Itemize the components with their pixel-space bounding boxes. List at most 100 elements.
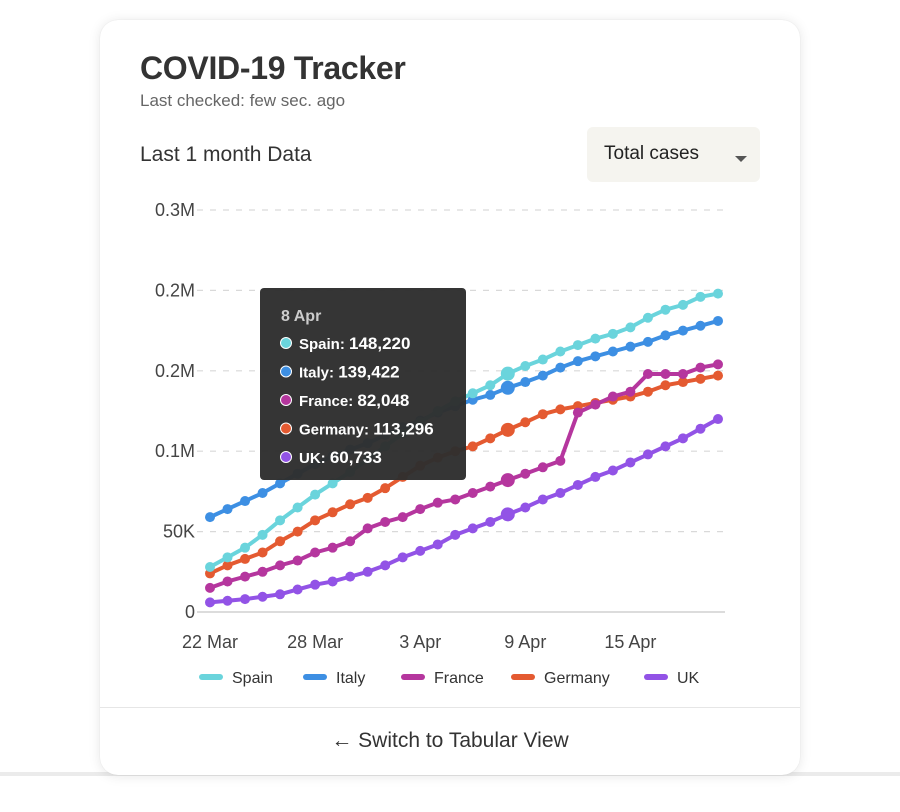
data-point-spain[interactable] — [537, 354, 548, 365]
data-point-germany[interactable] — [380, 483, 391, 494]
data-point-germany[interactable] — [467, 441, 478, 452]
data-point-france[interactable] — [327, 542, 338, 553]
data-point-france[interactable] — [660, 369, 671, 380]
data-point-france[interactable] — [695, 362, 706, 373]
data-point-italy[interactable] — [590, 351, 601, 362]
data-point-france[interactable] — [677, 369, 688, 380]
data-point-uk[interactable] — [275, 589, 286, 600]
data-point-france[interactable] — [345, 536, 356, 547]
data-point-germany[interactable] — [695, 373, 706, 384]
data-point-uk[interactable] — [327, 576, 338, 587]
data-point-spain[interactable] — [590, 333, 601, 344]
data-point-france[interactable] — [555, 455, 566, 466]
data-point-france[interactable] — [642, 369, 653, 380]
data-point-france[interactable] — [500, 473, 515, 488]
data-point-uk[interactable] — [467, 523, 478, 534]
data-point-germany[interactable] — [642, 386, 653, 397]
data-point-italy[interactable] — [642, 336, 653, 347]
legend-label-spain[interactable]: Spain — [232, 670, 273, 687]
data-point-france[interactable] — [520, 468, 531, 479]
data-point-spain[interactable] — [292, 502, 303, 513]
data-point-italy[interactable] — [695, 320, 706, 331]
data-point-france[interactable] — [572, 407, 583, 418]
data-point-uk[interactable] — [537, 494, 548, 505]
data-point-italy[interactable] — [485, 389, 496, 400]
data-point-france[interactable] — [240, 571, 251, 582]
data-point-spain[interactable] — [660, 304, 671, 315]
data-point-italy[interactable] — [222, 504, 233, 515]
data-point-france[interactable] — [485, 481, 496, 492]
data-point-spain[interactable] — [607, 328, 618, 339]
data-point-spain[interactable] — [310, 489, 321, 500]
data-point-france[interactable] — [205, 582, 215, 593]
data-point-uk[interactable] — [695, 423, 706, 434]
data-point-uk[interactable] — [432, 539, 443, 550]
data-point-spain[interactable] — [695, 291, 706, 302]
data-point-italy[interactable] — [257, 488, 268, 499]
data-point-italy[interactable] — [555, 362, 566, 373]
data-point-france[interactable] — [380, 516, 391, 527]
data-point-uk[interactable] — [625, 457, 636, 468]
data-point-france[interactable] — [625, 386, 636, 397]
data-point-italy[interactable] — [607, 346, 618, 357]
line-chart[interactable]: 0 50K 0.1M 0.2M 0.2M 0.3M 22 Mar 28 Mar 3 Apr 9 A… — [100, 20, 800, 700]
data-point-france[interactable] — [362, 523, 373, 534]
data-point-germany[interactable] — [240, 553, 251, 564]
data-point-uk[interactable] — [555, 488, 566, 499]
data-point-france[interactable] — [310, 547, 321, 558]
data-point-france[interactable] — [432, 497, 443, 508]
data-point-spain[interactable] — [240, 542, 251, 553]
data-point-germany[interactable] — [362, 492, 373, 503]
data-point-spain[interactable] — [467, 388, 478, 399]
data-point-spain[interactable] — [713, 288, 723, 299]
data-point-uk[interactable] — [660, 441, 671, 452]
data-point-france[interactable] — [467, 488, 478, 499]
data-point-uk[interactable] — [257, 591, 268, 602]
data-point-germany[interactable] — [520, 417, 531, 428]
data-point-uk[interactable] — [222, 595, 233, 606]
data-point-france[interactable] — [292, 555, 303, 566]
data-point-italy[interactable] — [500, 380, 515, 395]
data-point-france[interactable] — [222, 576, 233, 587]
data-point-uk[interactable] — [450, 529, 461, 540]
data-point-germany[interactable] — [555, 404, 566, 415]
data-point-germany[interactable] — [345, 499, 356, 510]
data-point-germany[interactable] — [500, 422, 515, 437]
legend-label-uk[interactable]: UK — [677, 670, 700, 687]
legend-label-italy[interactable]: Italy — [336, 670, 365, 687]
data-point-italy[interactable] — [677, 325, 688, 336]
data-point-italy[interactable] — [572, 356, 583, 367]
data-point-italy[interactable] — [205, 512, 215, 523]
data-point-spain[interactable] — [222, 552, 233, 563]
data-point-italy[interactable] — [713, 315, 723, 326]
data-point-france[interactable] — [713, 359, 723, 370]
data-point-uk[interactable] — [345, 571, 356, 582]
switch-to-tabular-button[interactable]: ← Switch to Tabular View — [100, 708, 800, 775]
data-point-france[interactable] — [607, 391, 618, 402]
data-point-spain[interactable] — [205, 561, 215, 572]
data-point-italy[interactable] — [537, 370, 548, 381]
data-point-uk[interactable] — [500, 507, 515, 522]
data-point-germany[interactable] — [257, 547, 268, 558]
data-point-germany[interactable] — [660, 380, 671, 391]
data-point-uk[interactable] — [572, 479, 583, 490]
data-point-italy[interactable] — [660, 330, 671, 341]
data-point-germany[interactable] — [292, 526, 303, 537]
data-point-germany[interactable] — [713, 370, 723, 381]
data-point-italy[interactable] — [625, 341, 636, 352]
data-point-uk[interactable] — [642, 449, 653, 460]
data-point-uk[interactable] — [310, 579, 321, 590]
data-point-spain[interactable] — [642, 312, 653, 323]
data-point-uk[interactable] — [380, 560, 391, 571]
data-point-uk[interactable] — [590, 471, 601, 482]
data-point-uk[interactable] — [485, 516, 496, 527]
data-point-spain[interactable] — [677, 299, 688, 310]
data-point-germany[interactable] — [537, 409, 548, 420]
data-point-uk[interactable] — [677, 433, 688, 444]
data-point-italy[interactable] — [520, 377, 531, 388]
data-point-france[interactable] — [257, 566, 268, 577]
data-point-germany[interactable] — [275, 536, 286, 547]
data-point-germany[interactable] — [327, 507, 338, 518]
data-point-france[interactable] — [397, 512, 408, 523]
legend-label-germany[interactable]: Germany — [544, 670, 610, 687]
